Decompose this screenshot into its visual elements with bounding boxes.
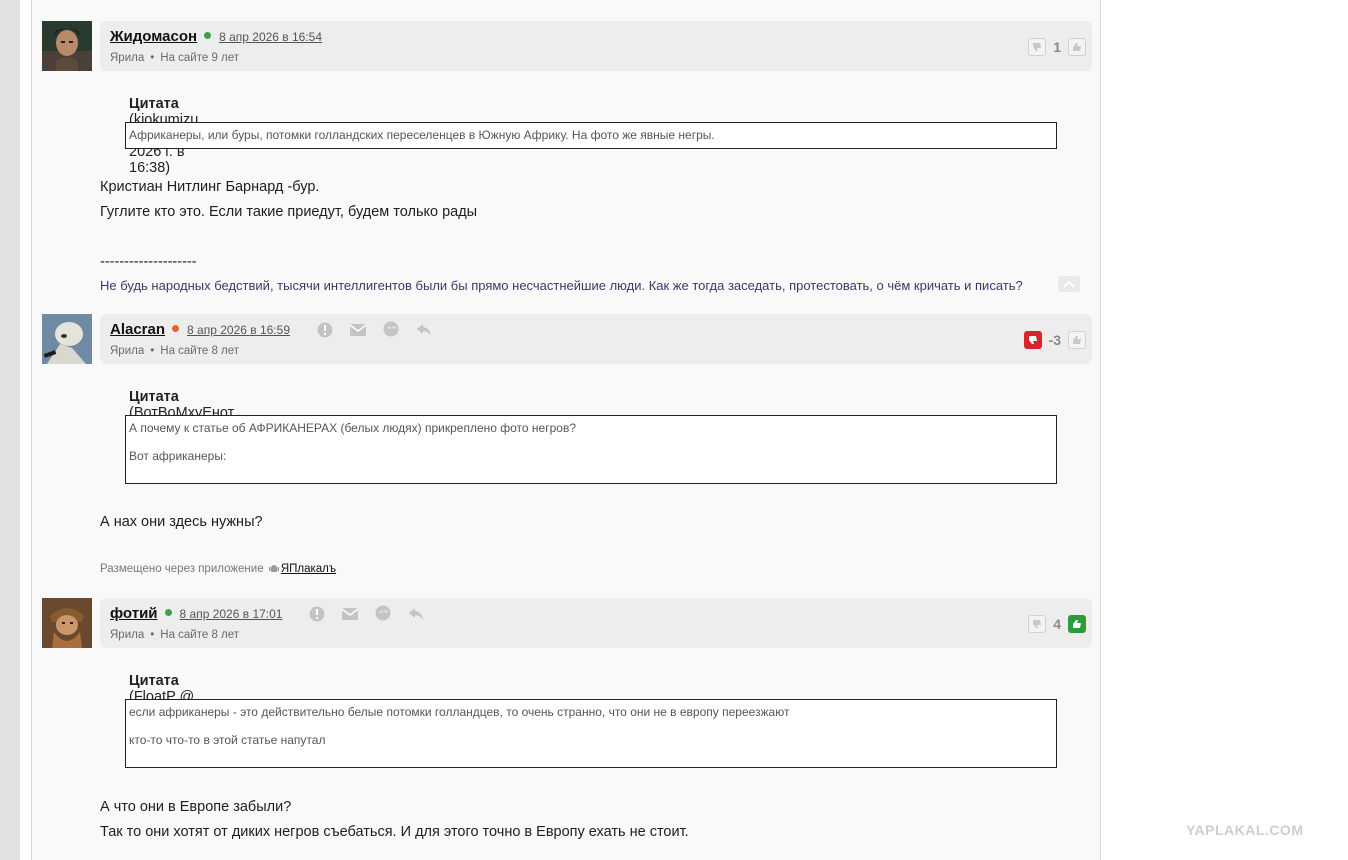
comment-header: Alacran 8 апр 2026 в 16:59 “” Ярила • На са… (100, 314, 1092, 364)
rating-value: -3 (1048, 332, 1061, 349)
comment-header: Жидомасон 8 апр 2026 в 16:54 Ярила • На сай… (100, 21, 1092, 71)
username-text[interactable]: фотий (110, 605, 158, 622)
message-icon[interactable] (349, 321, 367, 339)
quote-box: А почему к статье об АФРИКАНЕРАХ (белых … (125, 415, 1057, 484)
app-link[interactable]: ЯПлакалъ (281, 563, 336, 575)
online-status-dot (172, 325, 180, 332)
user-meta: Ярила • На сайте 9 лет (110, 52, 240, 64)
body-line: Так то они хотят от диких негров съебать… (100, 824, 689, 840)
user-since: На сайте 8 лет (160, 629, 240, 641)
thumb-up-icon[interactable] (1068, 38, 1086, 57)
quote-box: Африканеры, или буры, потомки голландски… (125, 122, 1057, 149)
reply-icon[interactable] (415, 321, 433, 339)
svg-text:“”: “” (379, 610, 388, 620)
thumb-up-icon[interactable] (1068, 331, 1086, 350)
comment-body: Кристиан Нитлинг Барнард -бур. Гуглите к… (100, 175, 477, 225)
quote-line: кто-то что-то в этой статье напутал (129, 733, 326, 747)
signature-divider: -------------------- (100, 254, 197, 270)
rating-widget: -3 (1023, 331, 1086, 350)
rating-value: 4 (1053, 616, 1061, 633)
username-text[interactable]: Alacran (110, 321, 165, 338)
report-icon[interactable] (316, 321, 334, 339)
message-icon[interactable] (341, 605, 359, 623)
username-link[interactable]: фотий 8 апр 2026 в 17:01 (110, 605, 282, 622)
avatar[interactable] (42, 598, 92, 648)
reply-icon[interactable] (407, 605, 425, 623)
user-meta: Ярила • На сайте 8 лет (110, 345, 240, 357)
quote-icon[interactable]: “” (382, 321, 400, 339)
scroll-top-icon[interactable] (1058, 276, 1080, 292)
posted-via-app: Размещено через приложение ЯПлакалъ (100, 563, 337, 577)
thumb-down-icon[interactable] (1028, 615, 1047, 634)
left-gutter (0, 0, 20, 860)
user-since: На сайте 9 лет (160, 52, 240, 64)
comment-actions: “” (308, 605, 440, 623)
avatar[interactable] (42, 21, 92, 71)
comment-date-link[interactable]: 8 апр 2026 в 17:01 (180, 607, 283, 621)
user-rank: Ярила (110, 52, 145, 64)
username-text[interactable]: Жидомасон (110, 28, 197, 45)
comment-date-link[interactable]: 8 апр 2026 в 16:54 (219, 30, 322, 44)
quote-line: Африканеры, или буры, потомки голландски… (129, 128, 715, 142)
user-rank: Ярила (110, 345, 145, 357)
comment-actions: “” (316, 321, 448, 339)
thumb-up-icon[interactable] (1068, 615, 1086, 634)
user-rank: Ярила (110, 629, 145, 641)
content-border-right (1100, 0, 1101, 860)
user-since: На сайте 8 лет (160, 345, 240, 357)
user-signature: Не будь народных бедствий, тысячи интелл… (100, 278, 1023, 293)
report-icon[interactable] (308, 605, 326, 623)
site-watermark: YAPLAKAL.COM (1186, 822, 1304, 838)
body-line: А нах они здесь нужны? (100, 514, 263, 530)
online-status-dot (164, 609, 172, 616)
comment-body: А нах они здесь нужны? (100, 510, 263, 535)
quote-box: если африканеры - это действительно белы… (125, 699, 1057, 768)
user-meta: Ярила • На сайте 8 лет (110, 629, 240, 641)
comment-date-link[interactable]: 8 апр 2026 в 16:59 (187, 323, 290, 337)
comment-header: фотий 8 апр 2026 в 17:01 “” Ярила • На сайт… (100, 598, 1092, 648)
rating-widget: 4 (1028, 615, 1086, 634)
thumb-down-icon[interactable] (1023, 331, 1042, 350)
quote-icon[interactable]: “” (374, 605, 392, 623)
username-link[interactable]: Жидомасон 8 апр 2026 в 16:54 (110, 28, 322, 45)
body-line: Гуглите кто это. Если такие приедут, буд… (100, 204, 478, 220)
quote-line: Вот африканеры: (129, 449, 227, 463)
avatar[interactable] (42, 314, 92, 364)
rating-value: 1 (1053, 39, 1061, 56)
svg-text:“”: “” (387, 326, 396, 336)
online-status-dot (204, 32, 212, 39)
username-link[interactable]: Alacran 8 апр 2026 в 16:59 (110, 321, 290, 338)
android-icon (268, 563, 279, 577)
body-line: Кристиан Нитлинг Барнард -бур. (100, 179, 320, 195)
rating-widget: 1 (1028, 38, 1086, 57)
quote-line: А почему к статье об АФРИКАНЕРАХ (белых … (129, 421, 576, 435)
thumb-down-icon[interactable] (1028, 38, 1047, 57)
comment-body: А что они в Европе забыли? Так то они хо… (100, 795, 689, 845)
quote-line: если африканеры - это действительно белы… (129, 705, 790, 719)
body-line: А что они в Европе забыли? (100, 799, 292, 815)
